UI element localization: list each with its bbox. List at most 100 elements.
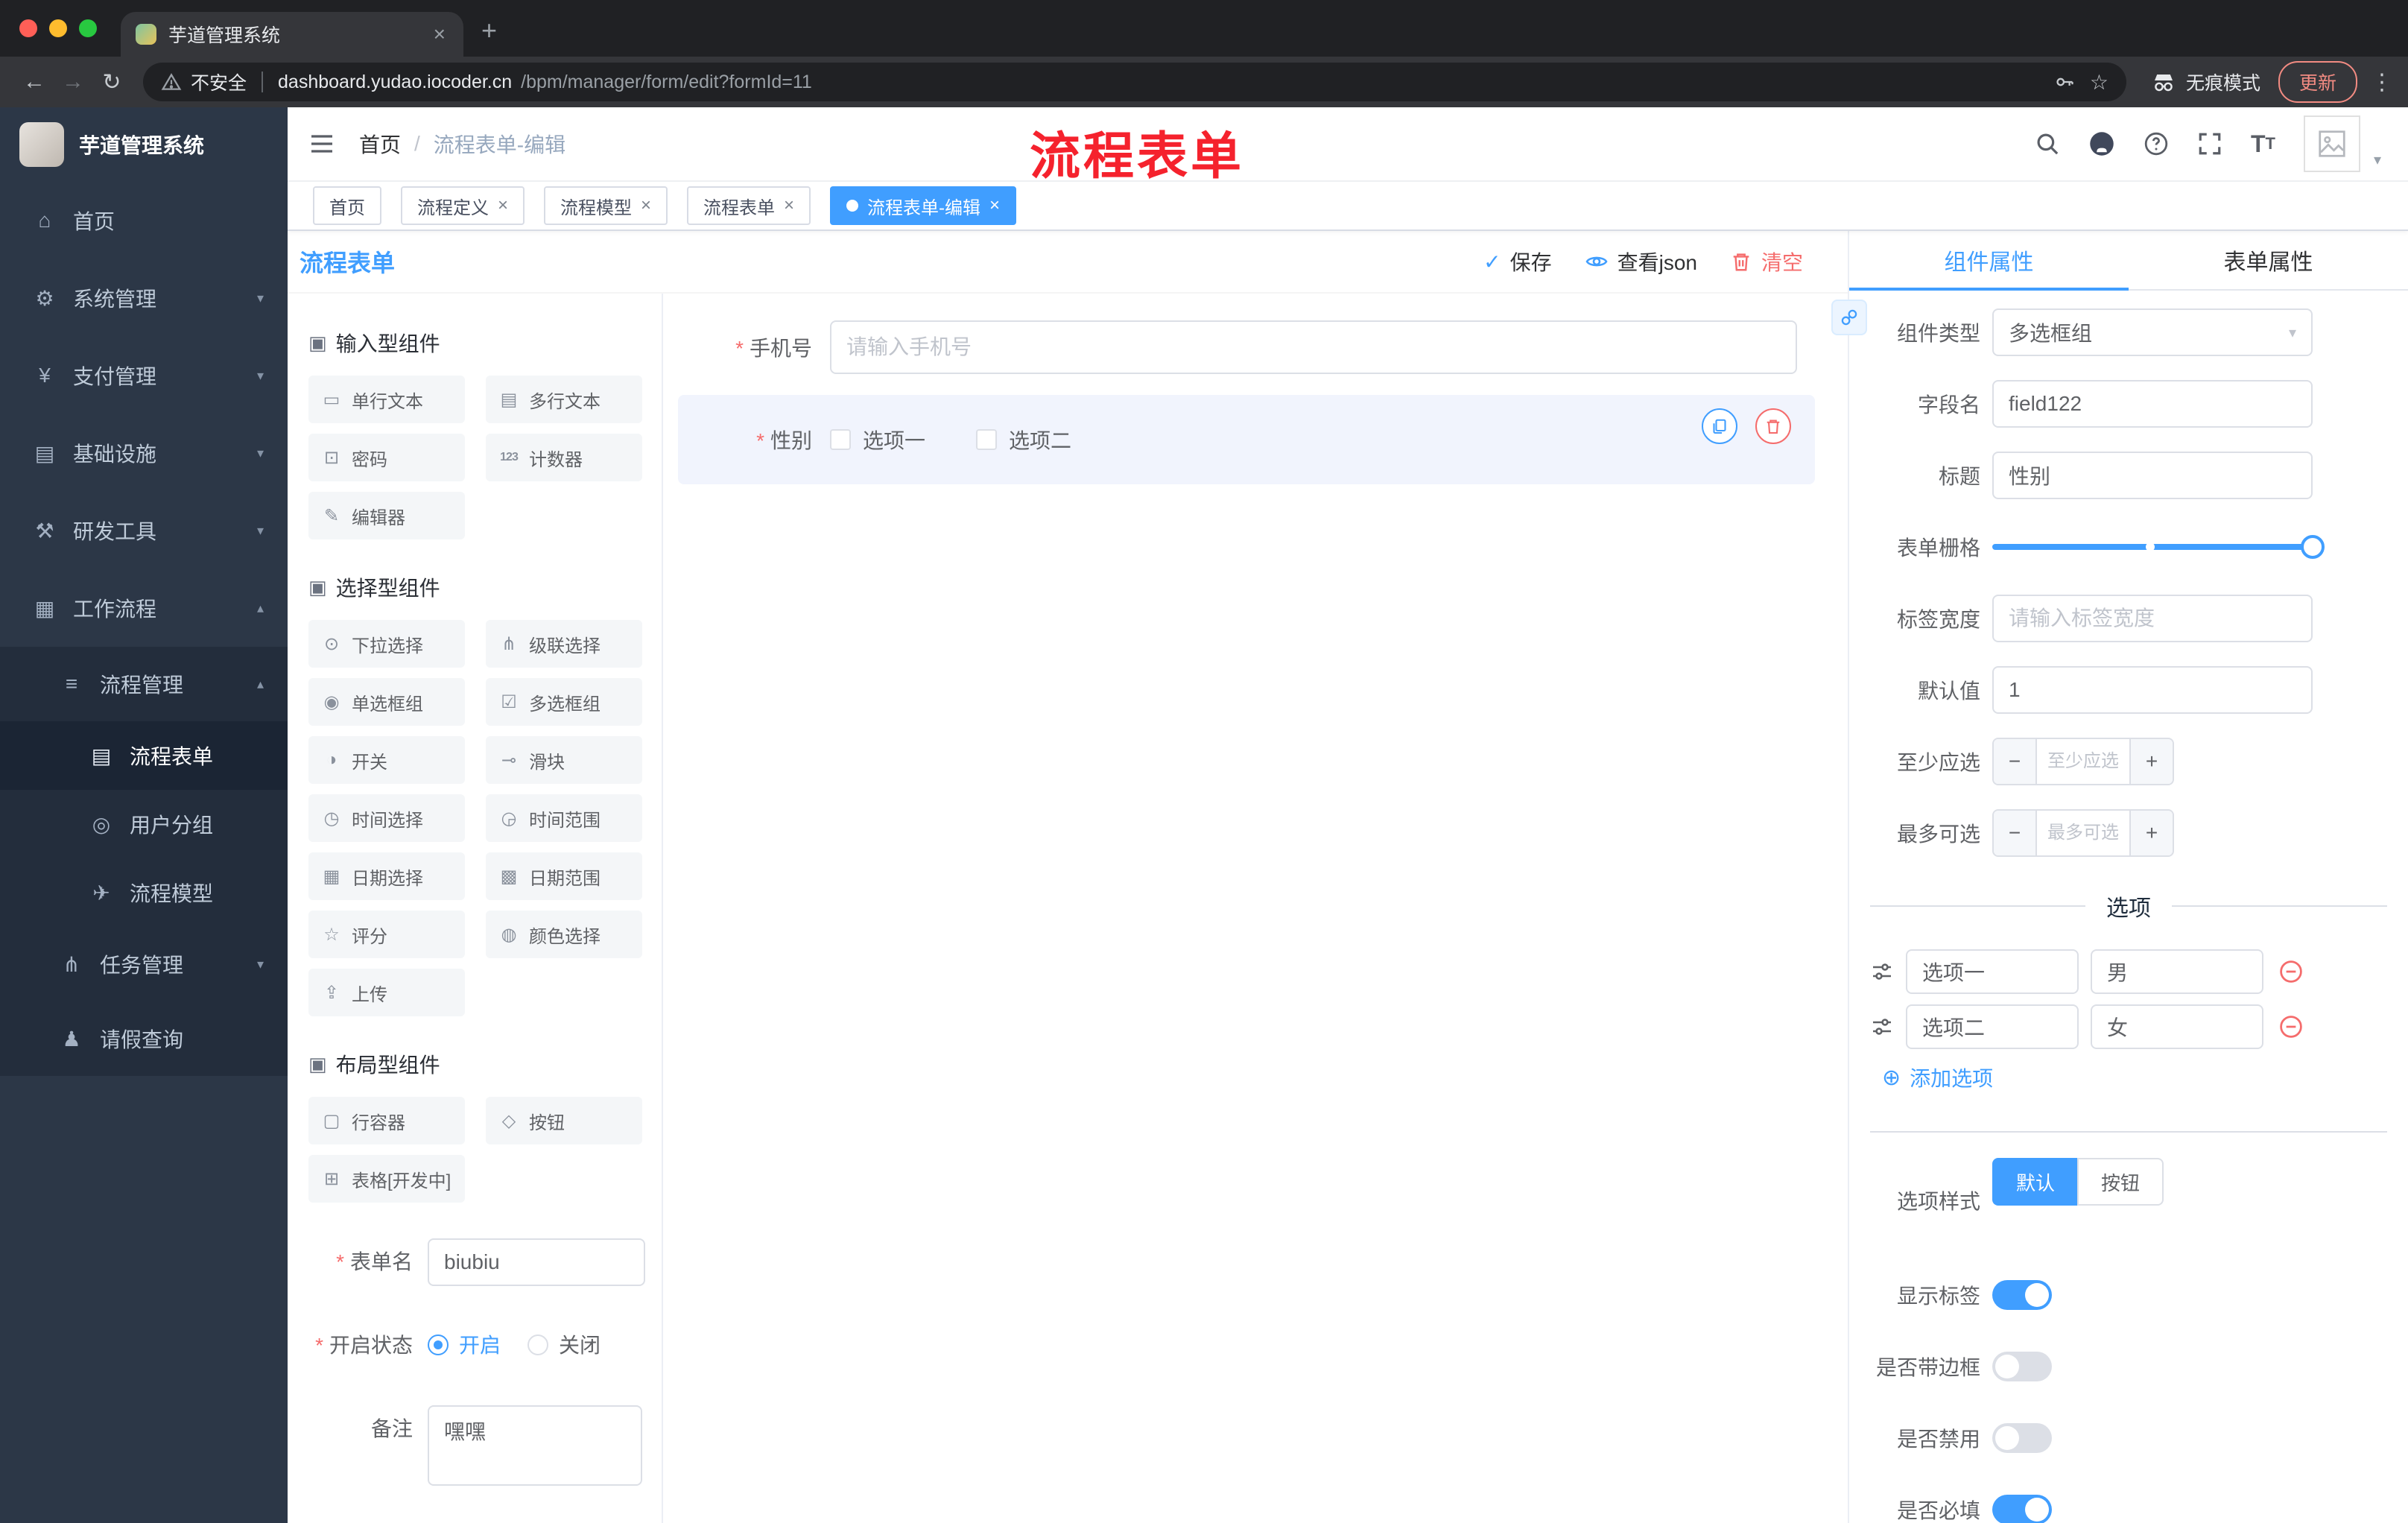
component-type-select[interactable]: 多选框组 ▾	[1992, 308, 2313, 356]
grid-slider[interactable]	[1992, 535, 2325, 559]
component-slider[interactable]: ⊸ 滑块	[486, 736, 642, 784]
disabled-switch[interactable]	[1992, 1423, 2052, 1453]
form-name-input[interactable]	[428, 1238, 645, 1286]
add-option-button[interactable]: ⊕ 添加选项	[1882, 1063, 2313, 1092]
sidebar-item-process-form[interactable]: ▤ 流程表单	[0, 721, 288, 790]
back-icon[interactable]: ←	[15, 63, 54, 101]
component-table[interactable]: ⊞ 表格[开发中]	[308, 1155, 465, 1203]
tab-form-props[interactable]: 表单属性	[2129, 231, 2408, 289]
tag-process-form[interactable]: 流程表单 ×	[687, 186, 811, 225]
avatar[interactable]	[2303, 115, 2360, 172]
help-icon[interactable]	[2144, 131, 2169, 156]
delete-widget-button[interactable]	[1755, 408, 1791, 444]
sidebar-item-task-manage[interactable]: ⋔ 任务管理 ▾	[0, 927, 288, 1001]
remove-option-button[interactable]	[2278, 959, 2304, 984]
browser-tab[interactable]: 芋道管理系统 ×	[121, 12, 463, 57]
component-single-line-text[interactable]: ▭ 单行文本	[308, 376, 465, 423]
sidebar-item-workflow[interactable]: ▦ 工作流程 ▴	[0, 569, 288, 647]
close-icon[interactable]: ×	[989, 195, 1000, 216]
option-label-input[interactable]	[1906, 1004, 2079, 1049]
component-row-container[interactable]: ▢ 行容器	[308, 1097, 465, 1144]
sidebar-item-home[interactable]: ⌂ 首页	[0, 182, 288, 259]
checkbox-icon[interactable]	[830, 429, 851, 450]
sidebar-item-infrastructure[interactable]: ▤ 基础设施 ▾	[0, 414, 288, 492]
save-button[interactable]: ✓ 保存	[1483, 247, 1551, 276]
sidebar-item-devtools[interactable]: ⚒ 研发工具 ▾	[0, 492, 288, 569]
tag-process-model[interactable]: 流程模型 ×	[544, 186, 668, 225]
field-gender-selected[interactable]: 性别 选项一 选项二	[678, 395, 1815, 484]
sidebar-item-user-group[interactable]: ◎ 用户分组	[0, 790, 288, 858]
component-radio-group[interactable]: ◉ 单选框组	[308, 678, 465, 726]
status-radio-on[interactable]: 开启	[428, 1322, 501, 1370]
border-switch[interactable]	[1992, 1352, 2052, 1381]
slider-handle[interactable]	[2301, 535, 2325, 559]
sidebar-item-process-manage[interactable]: ≡ 流程管理 ▴	[0, 647, 288, 721]
copy-widget-button[interactable]	[1702, 408, 1737, 444]
close-icon[interactable]: ×	[784, 195, 794, 216]
tab-close-icon[interactable]: ×	[431, 22, 449, 46]
component-switch[interactable]: ◑ 开关	[308, 736, 465, 784]
default-value-input[interactable]	[1992, 666, 2313, 714]
option-value-input[interactable]	[2091, 1004, 2263, 1049]
sidebar-item-leave-query[interactable]: ♟ 请假查询	[0, 1001, 288, 1076]
gender-option-1[interactable]: 选项一	[830, 425, 925, 455]
key-icon[interactable]	[2054, 72, 2075, 92]
app-logo[interactable]: 芋道管理系统	[0, 107, 288, 182]
component-upload[interactable]: ⇪ 上传	[308, 969, 465, 1016]
update-button[interactable]: 更新	[2278, 61, 2357, 103]
clear-button[interactable]: 清空	[1730, 247, 1803, 276]
minus-button[interactable]: −	[1994, 739, 2037, 784]
component-date-picker[interactable]: ▦ 日期选择	[308, 852, 465, 900]
fullscreen-icon[interactable]	[2197, 131, 2222, 156]
bookmark-star-icon[interactable]: ☆	[2090, 70, 2108, 95]
view-json-button[interactable]: 查看json	[1585, 247, 1697, 276]
component-cascader[interactable]: ⋔ 级联选择	[486, 620, 642, 668]
tag-process-form-edit[interactable]: 流程表单-编辑 ×	[830, 186, 1017, 225]
gender-option-2[interactable]: 选项二	[976, 425, 1071, 455]
show-label-switch[interactable]	[1992, 1280, 2052, 1310]
sidebar-item-payment[interactable]: ¥ 支付管理 ▾	[0, 337, 288, 414]
component-time-range[interactable]: ◶ 时间范围	[486, 794, 642, 842]
close-icon[interactable]: ×	[498, 195, 508, 216]
max-select-input[interactable]	[2037, 811, 2129, 855]
tag-home[interactable]: 首页	[313, 186, 381, 225]
breadcrumb-home[interactable]: 首页	[359, 129, 401, 159]
github-icon[interactable]	[2088, 130, 2115, 157]
tag-process-definition[interactable]: 流程定义 ×	[401, 186, 525, 225]
sidebar-collapse-icon[interactable]	[308, 130, 335, 157]
component-time-picker[interactable]: ◷ 时间选择	[308, 794, 465, 842]
component-checkbox-group[interactable]: ☑ 多选框组	[486, 678, 642, 726]
option-label-input[interactable]	[1906, 949, 2079, 994]
tab-component-props[interactable]: 组件属性	[1849, 231, 2129, 291]
component-counter[interactable]: 123 计数器	[486, 434, 642, 481]
required-switch[interactable]	[1992, 1495, 2052, 1523]
title-input[interactable]	[1992, 452, 2313, 499]
reload-icon[interactable]: ↻	[92, 63, 131, 101]
link-icon[interactable]	[1831, 300, 1867, 335]
component-date-range[interactable]: ▩ 日期范围	[486, 852, 642, 900]
minus-button[interactable]: −	[1994, 811, 2037, 855]
style-default-button[interactable]: 默认	[1992, 1158, 2078, 1206]
checkbox-icon[interactable]	[976, 429, 998, 450]
component-button[interactable]: ◇ 按钮	[486, 1097, 642, 1144]
remove-option-button[interactable]	[2278, 1014, 2304, 1039]
window-minimize-button[interactable]	[49, 19, 67, 37]
component-password[interactable]: ⊡ 密码	[308, 434, 465, 481]
sidebar-item-system[interactable]: ⚙ 系统管理 ▾	[0, 259, 288, 337]
component-select[interactable]: ⊙ 下拉选择	[308, 620, 465, 668]
option-value-input[interactable]	[2091, 949, 2263, 994]
window-close-button[interactable]	[19, 19, 37, 37]
plus-button[interactable]: +	[2129, 811, 2173, 855]
style-button-button[interactable]: 按钮	[2077, 1158, 2164, 1206]
component-textarea[interactable]: ▤ 多行文本	[486, 376, 642, 423]
chevron-down-icon[interactable]: ▾	[2374, 151, 2381, 172]
search-icon[interactable]	[2035, 131, 2060, 156]
component-rate[interactable]: ☆ 评分	[308, 911, 465, 958]
field-phone[interactable]: 手机号	[678, 320, 1815, 374]
component-editor[interactable]: ✎ 编辑器	[308, 492, 465, 539]
forward-icon[interactable]: →	[54, 63, 92, 101]
component-color-picker[interactable]: ◍ 颜色选择	[486, 911, 642, 958]
window-zoom-button[interactable]	[79, 19, 97, 37]
label-width-input[interactable]	[1992, 595, 2313, 642]
address-bar[interactable]: 不安全 dashboard.yudao.iocoder.cn/bpm/manag…	[143, 63, 2126, 101]
